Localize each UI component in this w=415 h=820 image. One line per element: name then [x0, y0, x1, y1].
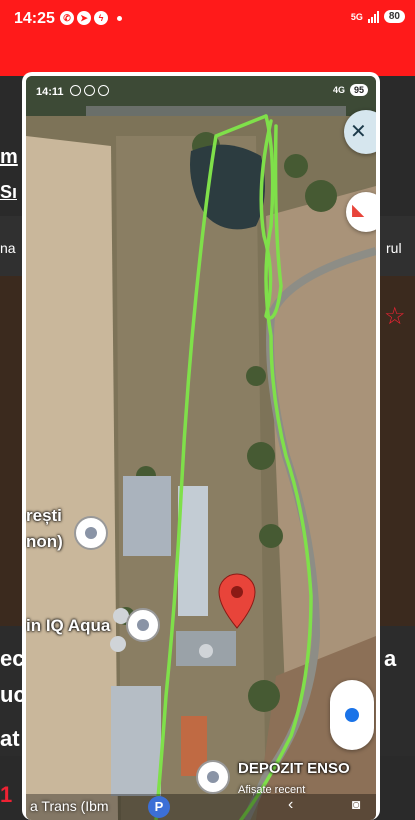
bg-fragment-5: ec — [0, 646, 25, 671]
parking-icon: P — [148, 796, 170, 818]
compass-icon: ◣ — [352, 202, 365, 219]
bg-fragment-7: at — [0, 726, 20, 751]
more-notifications-dot — [117, 16, 122, 21]
whatsapp-icon — [98, 85, 109, 96]
map-canvas — [26, 76, 376, 820]
telegram-icon — [84, 85, 95, 96]
inner-nav-bar: a Trans (Ibm P ‹ ◙ — [26, 794, 376, 820]
place-label-bucuresti-suffix: non) — [26, 532, 63, 551]
whatsapp-icon: ✆ — [60, 11, 74, 25]
inner-time: 14:11 — [36, 86, 64, 98]
signal-icon — [367, 10, 379, 23]
bg-fragment-2: Sı — [0, 182, 18, 202]
screenshot-image: 14:11 4G 95 ✕ ◣ rești non) in IQ Aqua DE… — [22, 72, 380, 820]
place-pin-icon[interactable] — [196, 760, 230, 794]
close-icon: ✕ — [350, 121, 367, 143]
inner-notification-icons — [70, 85, 109, 96]
place-pin-icon[interactable] — [74, 516, 108, 550]
status-time: 14:25 — [14, 10, 55, 27]
back-icon[interactable]: ‹ — [288, 796, 293, 814]
place-label-bucuresti[interactable]: rești — [26, 506, 62, 526]
place-label-depozit[interactable]: DEPOZIT ENSO — [238, 760, 350, 777]
bg-fragment-8: a — [384, 646, 397, 671]
bg-fragment-9: 1 — [0, 782, 13, 807]
inner-network-label: 4G — [332, 85, 345, 95]
bg-fragment-3: na — [0, 240, 16, 256]
network-label: 5G — [350, 11, 363, 22]
telegram-icon: ➤ — [77, 11, 91, 25]
bg-fragment-1: m — [0, 146, 18, 168]
place-label-trans[interactable]: a Trans (Ibm — [30, 798, 109, 814]
place-label-iq-aqua[interactable]: in IQ Aqua — [26, 616, 110, 636]
inner-status-right: 4G 95 — [333, 84, 368, 96]
inner-battery-badge: 95 — [349, 84, 368, 96]
status-bar: 14:25 ✆ ➤ ϟ 5G 80 — [0, 0, 415, 66]
battery-badge: 80 — [383, 10, 405, 23]
instagram-icon — [70, 85, 81, 96]
inner-status-bar: 14:11 4G 95 — [26, 76, 376, 106]
messenger-icon: ϟ — [94, 11, 108, 25]
my-location-button[interactable] — [330, 680, 374, 750]
bg-fragment-4: rul — [386, 240, 402, 256]
camera-icon[interactable]: ◙ — [352, 796, 360, 812]
star-icon: ☆ — [384, 303, 406, 330]
location-dot-icon — [345, 708, 359, 722]
notification-icons: ✆ ➤ ϟ — [60, 11, 122, 25]
place-pin-icon[interactable] — [126, 608, 160, 642]
status-right: 5G 80 — [351, 10, 405, 23]
satellite-map[interactable]: 14:11 4G 95 ✕ ◣ rești non) in IQ Aqua DE… — [26, 76, 376, 820]
